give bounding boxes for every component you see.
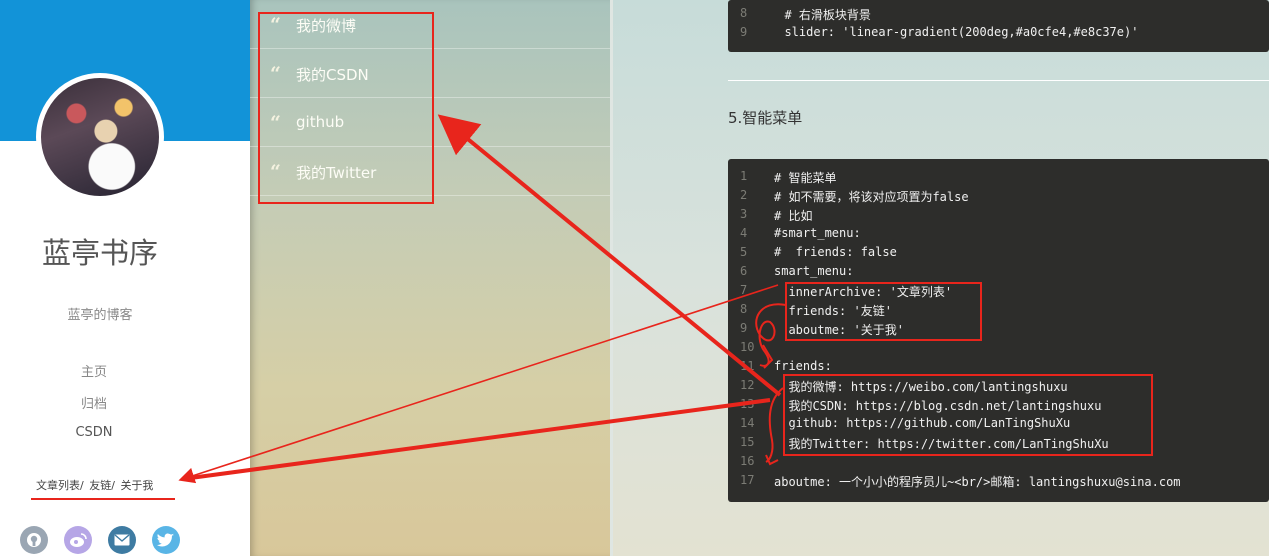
smart-menu-friends[interactable]: 友链/ — [89, 479, 115, 492]
line-number: 17 — [740, 473, 755, 487]
site-title[interactable]: 蓝亭书序 — [0, 230, 200, 272]
avatar[interactable] — [36, 73, 164, 201]
code-line: # 如不需要，将该对应项置为false — [774, 190, 969, 204]
line-number: 15 — [740, 435, 755, 449]
line-number: 7 — [740, 283, 748, 297]
twitter-icon[interactable] — [152, 526, 180, 554]
nav-archive[interactable]: 归档 — [0, 393, 188, 412]
line-number: 2 — [740, 188, 748, 202]
line-number: 9 — [740, 25, 748, 39]
line-number: 5 — [740, 245, 748, 259]
sidebar: 蓝亭书序 蓝亭的博客 主页 归档 CSDN 文章列表/ 友链/ 关于我 — [0, 0, 250, 556]
line-number: 3 — [740, 207, 748, 221]
section-title: 5.智能菜单 — [728, 109, 803, 127]
code-line: #smart_menu: — [774, 226, 861, 240]
nav-csdn[interactable]: CSDN — [0, 425, 188, 440]
line-number: 8 — [740, 6, 748, 20]
code-line: aboutme: 一个小小的程序员儿~<br/>邮箱: lantingshuxu… — [774, 475, 1181, 489]
divider — [728, 80, 1269, 81]
code-line: smart_menu: — [774, 264, 854, 278]
code-line: slider: 'linear-gradient(200deg,#a0cfe4,… — [770, 25, 1139, 39]
smart-menu-aboutme[interactable]: 关于我 — [120, 479, 153, 492]
annotation-underline — [31, 498, 175, 500]
line-number: 11 — [740, 359, 755, 373]
github-icon[interactable] — [20, 526, 48, 554]
annotation-box-friends — [783, 374, 1153, 456]
line-number: 12 — [740, 378, 755, 392]
line-number: 6 — [740, 264, 748, 278]
line-number: 10 — [740, 340, 755, 354]
smart-menu-archive[interactable]: 文章列表/ — [36, 479, 84, 492]
nav-home[interactable]: 主页 — [0, 361, 188, 380]
mail-icon[interactable] — [108, 526, 136, 554]
line-number: 16 — [740, 454, 755, 468]
annotation-box-friends-panel — [258, 12, 434, 204]
code-line: # 智能菜单 — [774, 171, 837, 185]
line-number: 9 — [740, 321, 748, 335]
line-number: 13 — [740, 397, 755, 411]
line-number: 1 — [740, 169, 748, 183]
code-block-top: 8 # 右滑板块背景 9 slider: 'linear-gradient(20… — [728, 0, 1269, 52]
site-subtitle: 蓝亭的博客 — [67, 308, 133, 323]
code-line: # friends: false — [774, 245, 897, 259]
code-line: friends: — [774, 359, 832, 373]
code-line: # 右滑板块背景 — [770, 8, 871, 22]
code-line: # 比如 — [774, 209, 813, 223]
line-number: 8 — [740, 302, 748, 316]
line-number: 4 — [740, 226, 748, 240]
annotation-box-smart-menu — [785, 282, 982, 341]
weibo-icon[interactable] — [64, 526, 92, 554]
smart-menu: 文章列表/ 友链/ 关于我 — [36, 477, 155, 493]
line-number: 14 — [740, 416, 755, 430]
